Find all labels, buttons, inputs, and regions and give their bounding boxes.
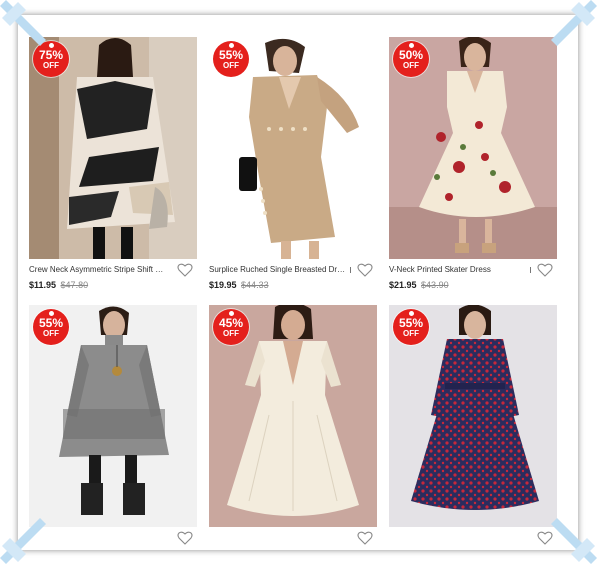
discount-off-label: OFF	[403, 329, 419, 338]
heart-outline-icon[interactable]	[357, 531, 373, 545]
product-title[interactable]: V-Neck Printed Skater Dress	[389, 265, 527, 274]
discount-off-label: OFF	[43, 329, 59, 338]
ribbon-corner-icon	[551, 0, 597, 46]
sale-price: $11.95	[29, 280, 57, 290]
discount-off-label: OFF	[43, 61, 59, 70]
ribbon-corner-icon	[551, 518, 597, 564]
discount-percent: 50%	[398, 48, 424, 62]
heart-outline-icon[interactable]	[177, 263, 193, 277]
price-row: $21.95 $43.90	[389, 280, 449, 290]
discount-percent: 75%	[38, 48, 64, 62]
discount-badge: 45% OFF	[213, 309, 249, 345]
discount-off-label: OFF	[223, 61, 239, 70]
title-divider	[530, 267, 531, 273]
price-row: $19.95 $44.33	[209, 280, 269, 290]
sale-price: $21.95	[389, 280, 417, 290]
original-price: $47.80	[60, 280, 89, 290]
discount-percent: 45%	[218, 316, 244, 330]
discount-percent: 55%	[398, 316, 424, 330]
heart-outline-icon[interactable]	[537, 263, 553, 277]
discount-off-label: OFF	[403, 61, 419, 70]
discount-badge: 55% OFF	[213, 41, 249, 77]
discount-badge: 55% OFF	[393, 309, 429, 345]
original-price: $44.33	[241, 280, 269, 290]
original-price: $43.90	[421, 280, 449, 290]
discount-percent: 55%	[38, 316, 64, 330]
heart-outline-icon[interactable]	[357, 263, 373, 277]
title-divider	[350, 267, 351, 273]
discount-badge: 50% OFF	[393, 41, 429, 77]
product-title[interactable]: Surplice Ruched Single Breasted Dress	[209, 265, 347, 274]
product-title[interactable]: Crew Neck Asymmetric Stripe Shift Dress	[29, 265, 167, 274]
heart-outline-icon[interactable]	[177, 531, 193, 545]
sale-price: $19.95	[209, 280, 237, 290]
product-grid-frame: 75% OFF Crew Neck Asymmetric Stripe Shif…	[18, 15, 578, 550]
discount-percent: 55%	[218, 48, 244, 62]
discount-badge: 75% OFF	[33, 41, 69, 77]
price-row: $11.95 $47.80	[29, 280, 88, 290]
ribbon-corner-icon	[0, 0, 46, 46]
discount-badge: 55% OFF	[33, 309, 69, 345]
ribbon-corner-icon	[0, 518, 46, 564]
discount-off-label: OFF	[223, 329, 239, 338]
